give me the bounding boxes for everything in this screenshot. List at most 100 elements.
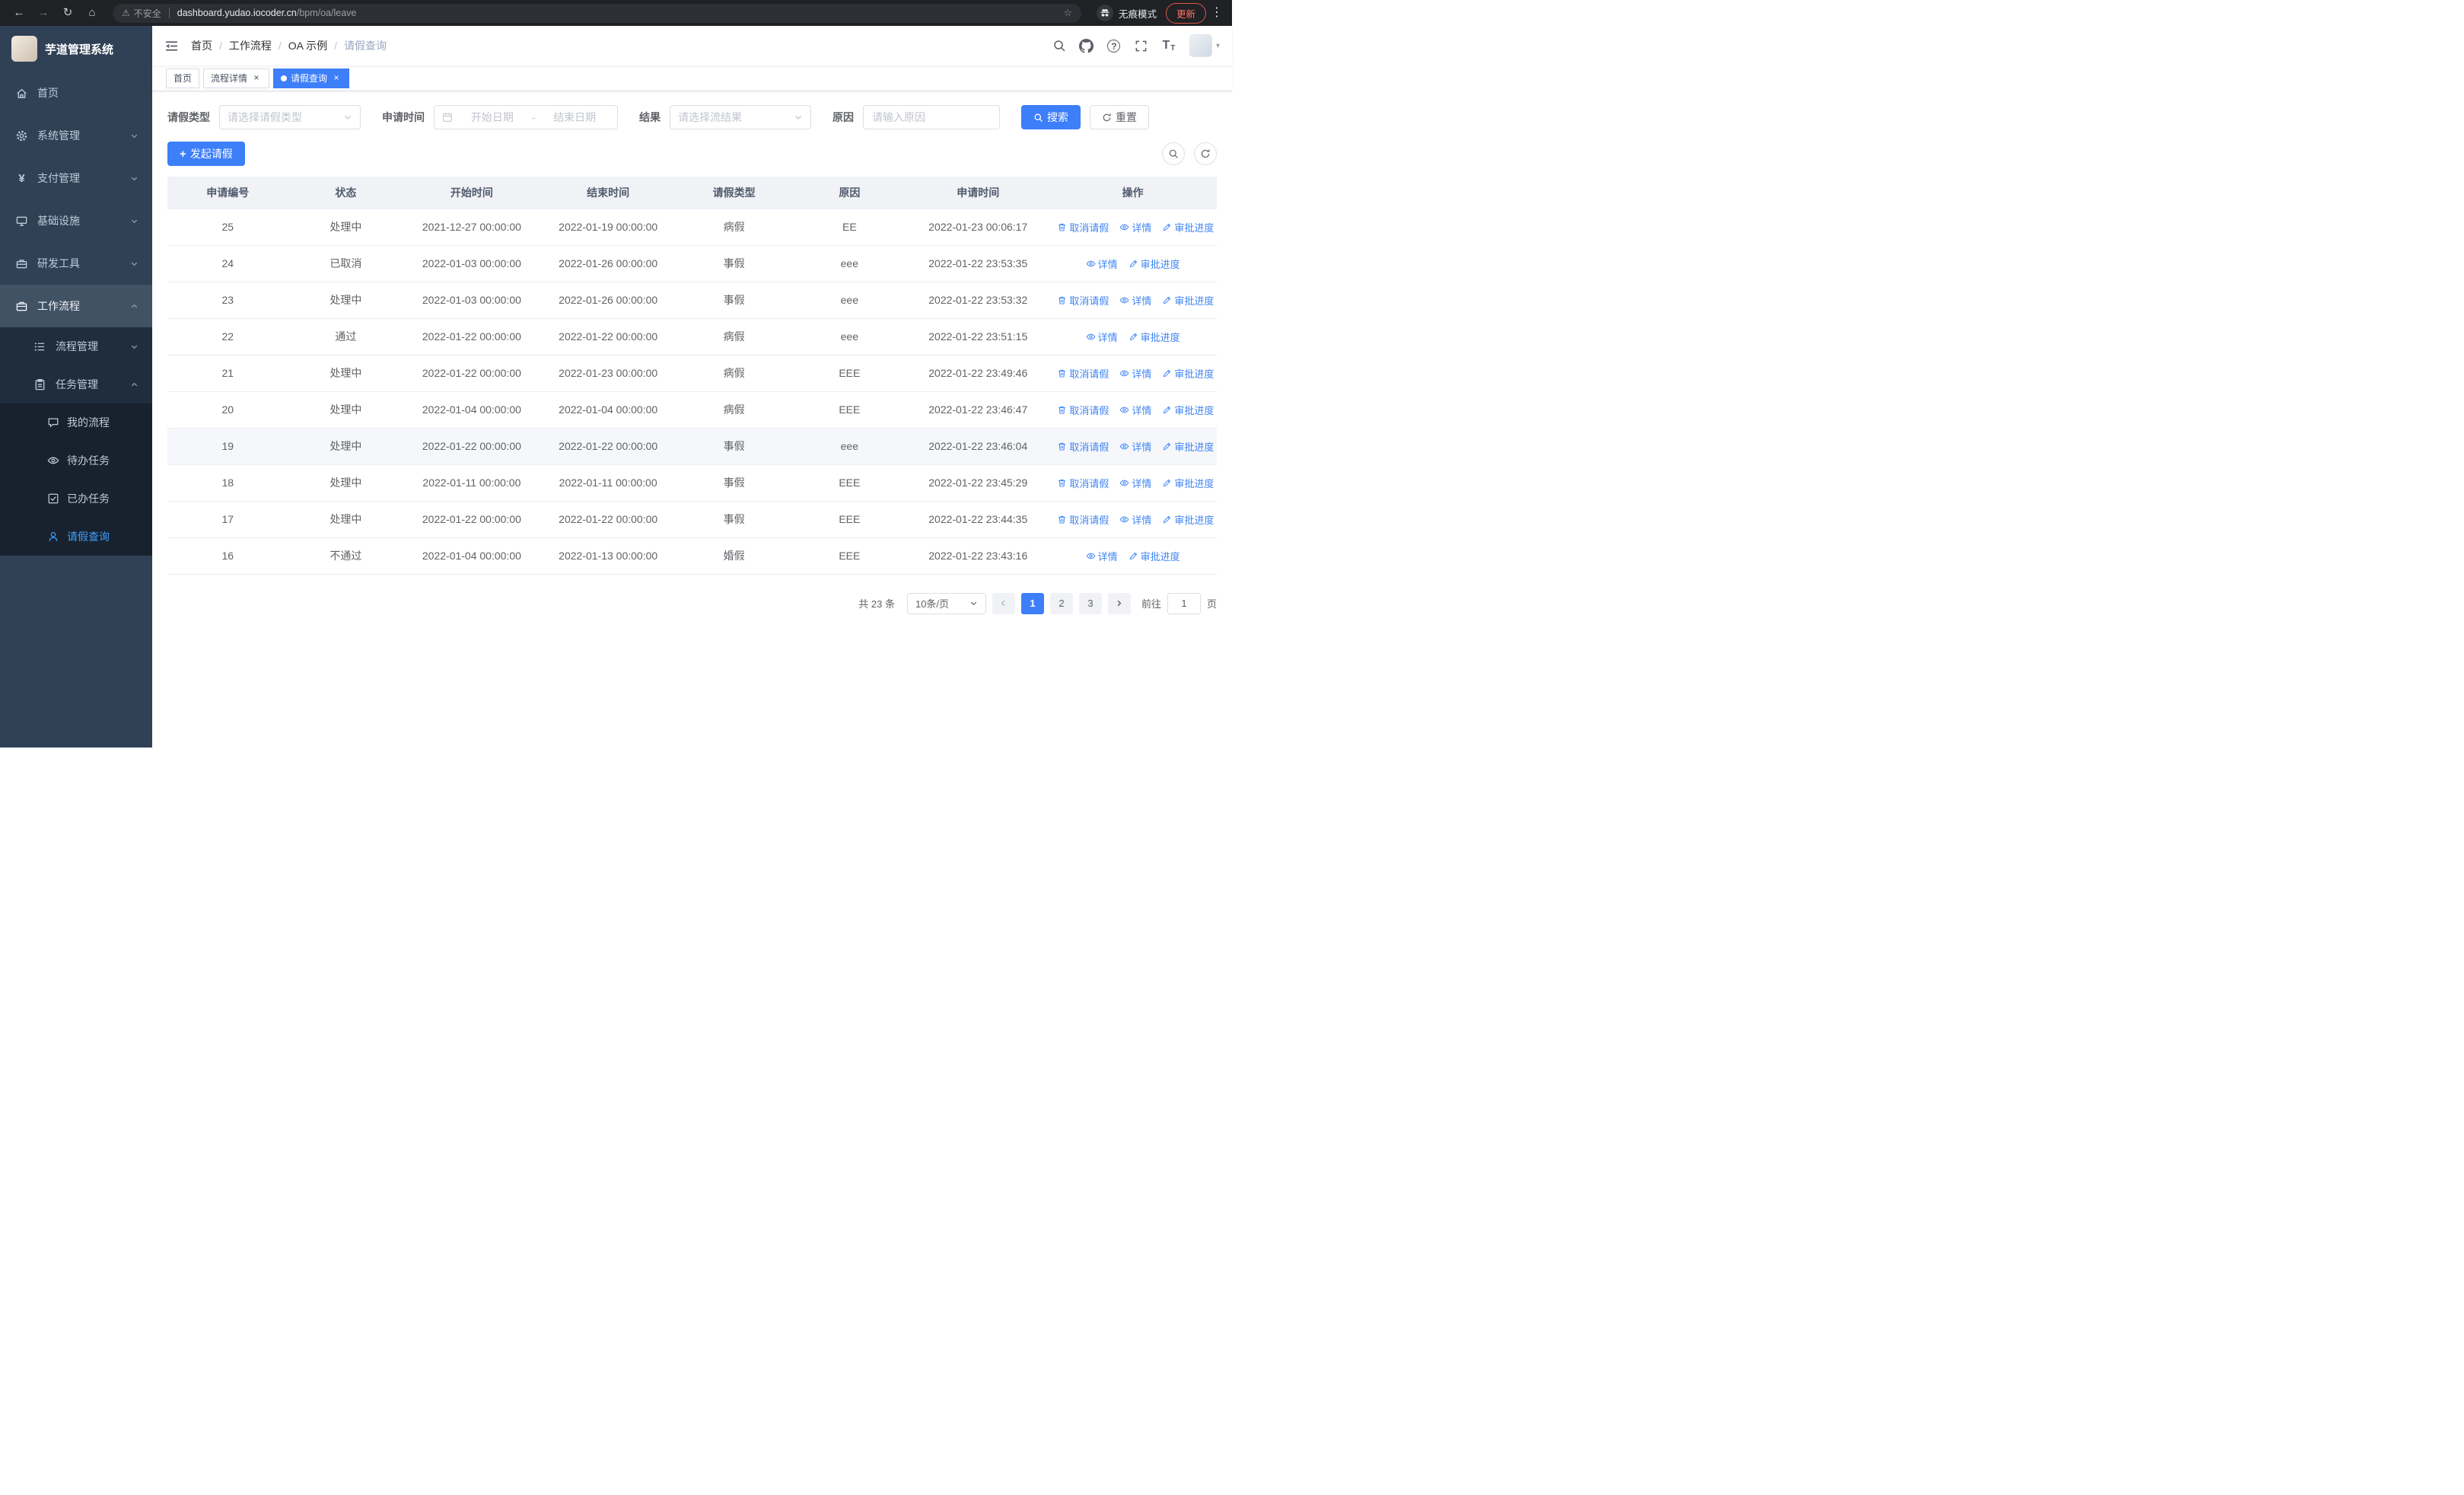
progress-link[interactable]: 审批进度 [1162, 403, 1214, 417]
breadcrumb-item[interactable]: 工作流程 [229, 38, 272, 53]
cancel-leave-link[interactable]: 取消请假 [1057, 220, 1109, 234]
sidebar-collapse-icon[interactable] [164, 39, 179, 53]
detail-link[interactable]: 详情 [1086, 330, 1118, 344]
cell-leave-type: 事假 [676, 245, 792, 282]
prev-page-button[interactable] [992, 592, 1015, 614]
cancel-leave-link[interactable]: 取消请假 [1057, 403, 1109, 417]
result-select[interactable]: 请选择流结果 [670, 105, 811, 129]
reason-input[interactable] [863, 105, 1000, 129]
cancel-leave-link[interactable]: 取消请假 [1057, 512, 1109, 527]
bookmark-star-icon[interactable]: ☆ [1063, 7, 1072, 19]
font-size-icon[interactable]: TT [1156, 32, 1182, 59]
search-icon[interactable] [1046, 32, 1072, 59]
page-button[interactable]: 2 [1049, 592, 1073, 614]
sidebar-item-payment[interactable]: ¥ 支付管理 [0, 157, 152, 199]
sidebar-item-process-management[interactable]: 流程管理 [0, 327, 152, 365]
sidebar-item-devtools[interactable]: 研发工具 [0, 242, 152, 285]
detail-link[interactable]: 详情 [1119, 293, 1151, 308]
update-button[interactable]: 更新 [1165, 2, 1206, 24]
sidebar-item-label: 系统管理 [37, 129, 80, 142]
search-toggle-icon[interactable] [1162, 142, 1185, 165]
leave-type-select[interactable]: 请选择请假类型 [219, 105, 361, 129]
app-logo[interactable]: 芋道管理系统 [0, 26, 152, 72]
sidebar-item-pending-tasks[interactable]: 待办任务 [0, 441, 152, 480]
back-icon[interactable]: ← [9, 0, 29, 26]
sidebar-item-workflow[interactable]: 工作流程 [0, 285, 152, 327]
breadcrumb-item[interactable]: 首页 [191, 38, 212, 53]
help-icon[interactable]: ? [1101, 32, 1127, 59]
detail-link[interactable]: 详情 [1119, 403, 1151, 417]
fullscreen-icon[interactable] [1129, 32, 1154, 59]
progress-link[interactable]: 审批进度 [1162, 293, 1214, 308]
cell-end-time: 2022-01-22 00:00:00 [540, 428, 676, 465]
address-bar[interactable]: ⚠ 不安全 dashboard.yudao.iocoder.cn/bpm/oa/… [113, 3, 1081, 23]
sidebar-item-home[interactable]: 首页 [0, 72, 152, 114]
detail-link[interactable]: 详情 [1119, 220, 1151, 234]
reload-icon[interactable]: ↻ [58, 0, 78, 26]
progress-link[interactable]: 审批进度 [1129, 330, 1180, 344]
cell-start-time: 2022-01-03 00:00:00 [403, 245, 540, 282]
progress-link[interactable]: 审批进度 [1129, 257, 1180, 271]
cell-actions: 详情 审批进度 [1049, 245, 1217, 282]
url-host: dashboard.yudao.iocoder.cn [177, 8, 297, 18]
sidebar-item-system[interactable]: 系统管理 [0, 114, 152, 157]
page-size-select[interactable]: 10条/页 [906, 592, 986, 614]
breadcrumb-item[interactable]: OA 示例 [288, 38, 327, 53]
start-date-placeholder: 开始日期 [470, 111, 514, 123]
sidebar-item-task-management[interactable]: 任务管理 [0, 365, 152, 403]
cell-start-time: 2022-01-22 00:00:00 [403, 355, 540, 392]
progress-link[interactable]: 审批进度 [1162, 220, 1214, 234]
apply-time-range-picker[interactable]: 开始日期 - 结束日期 [434, 105, 618, 129]
header-leave-type: 请假类型 [676, 177, 792, 209]
incognito-label: 无痕模式 [1118, 8, 1157, 20]
detail-link[interactable]: 详情 [1086, 549, 1118, 563]
next-page-button[interactable] [1107, 592, 1131, 614]
app-frame: 芋道管理系统 首页 系统管理 ¥ 支付管理 基础设施 研发工具 工作流程 流程管… [0, 26, 1232, 748]
progress-link[interactable]: 审批进度 [1162, 366, 1214, 381]
chevron-down-icon [130, 217, 138, 225]
create-leave-button[interactable]: + 发起请假 [167, 142, 245, 166]
progress-link[interactable]: 审批进度 [1129, 549, 1180, 563]
cell-leave-type: 病假 [676, 209, 792, 246]
user-avatar[interactable]: ▾ [1189, 34, 1220, 57]
cell-leave-type: 事假 [676, 282, 792, 319]
tab-leave-query[interactable]: 请假查询 × [273, 68, 350, 88]
reset-button[interactable]: 重置 [1090, 105, 1149, 129]
search-button[interactable]: 搜索 [1021, 105, 1081, 129]
result-label: 结果 [639, 111, 661, 123]
tab-process-detail[interactable]: 流程详情 × [203, 68, 270, 88]
refresh-icon[interactable] [1194, 142, 1217, 165]
incognito-badge: 无痕模式 [1096, 5, 1157, 21]
github-icon[interactable] [1074, 32, 1100, 59]
detail-link[interactable]: 详情 [1119, 476, 1151, 490]
page-button[interactable]: 3 [1078, 592, 1102, 614]
sidebar-item-leave-query[interactable]: 请假查询 [0, 518, 152, 556]
progress-link[interactable]: 审批进度 [1162, 476, 1214, 490]
sidebar-item-label: 流程管理 [56, 340, 98, 352]
cell-status: 已取消 [288, 245, 404, 282]
progress-link[interactable]: 审批进度 [1162, 439, 1214, 454]
cell-end-time: 2022-01-13 00:00:00 [540, 537, 676, 575]
clipboard-icon [35, 378, 45, 390]
page-button[interactable]: 1 [1020, 592, 1044, 614]
close-icon[interactable]: × [331, 72, 342, 84]
browser-menu-icon[interactable]: ⋮ [1211, 0, 1223, 26]
sidebar-item-done-tasks[interactable]: 已办任务 [0, 480, 152, 518]
cancel-leave-link[interactable]: 取消请假 [1057, 439, 1109, 454]
home-icon[interactable]: ⌂ [82, 0, 102, 26]
detail-link[interactable]: 详情 [1119, 512, 1151, 527]
detail-link[interactable]: 详情 [1086, 257, 1118, 271]
close-icon[interactable]: × [251, 72, 262, 84]
cancel-leave-link[interactable]: 取消请假 [1057, 366, 1109, 381]
tab-home[interactable]: 首页 [166, 68, 200, 88]
forward-icon[interactable]: → [33, 0, 53, 26]
detail-link[interactable]: 详情 [1119, 439, 1151, 454]
cancel-leave-link[interactable]: 取消请假 [1057, 293, 1109, 308]
detail-link[interactable]: 详情 [1119, 366, 1151, 381]
cell-start-time: 2022-01-11 00:00:00 [403, 464, 540, 502]
progress-link[interactable]: 审批进度 [1162, 512, 1214, 527]
sidebar-item-my-processes[interactable]: 我的流程 [0, 403, 152, 441]
cancel-leave-link[interactable]: 取消请假 [1057, 476, 1109, 490]
goto-page-input[interactable] [1167, 592, 1201, 614]
sidebar-item-infrastructure[interactable]: 基础设施 [0, 199, 152, 242]
